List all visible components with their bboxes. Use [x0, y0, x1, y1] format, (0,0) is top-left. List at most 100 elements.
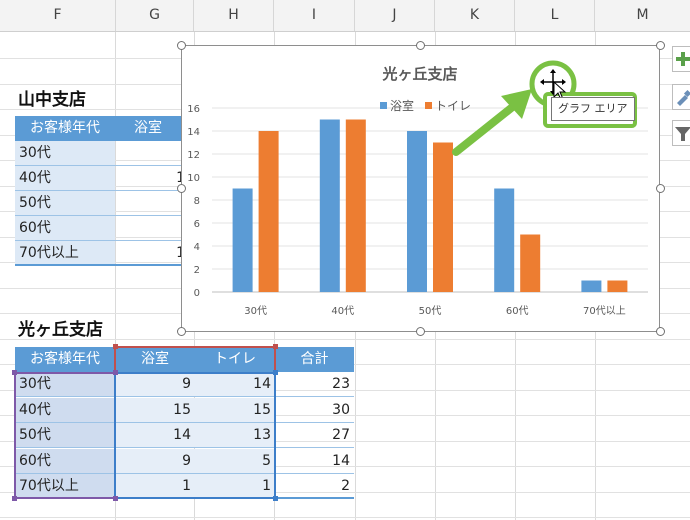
chart-area-tooltip: グラフ エリア [551, 97, 635, 121]
range-handle[interactable] [113, 370, 118, 375]
yamanaka-row-label[interactable]: 70代以上 [15, 241, 115, 266]
resize-handle[interactable] [177, 184, 186, 193]
hikarigaoka-row-bath[interactable]: 14 [115, 423, 195, 448]
col-header-h[interactable]: H [194, 0, 274, 31]
y-tick-label: 2 [194, 265, 200, 276]
bar-toilet [520, 234, 541, 292]
bar-bath [319, 119, 340, 292]
hikarigaoka-row-label[interactable]: 60代 [15, 449, 115, 474]
plus-icon [676, 52, 690, 66]
hikarigaoka-row-total[interactable]: 30 [275, 398, 354, 423]
x-tick-label: 60代 [506, 305, 529, 317]
hikarigaoka-row-total[interactable]: 27 [275, 423, 354, 448]
resize-handle[interactable] [177, 41, 186, 50]
hikarigaoka-row-label[interactable]: 40代 [15, 398, 115, 423]
range-handle[interactable] [273, 496, 278, 501]
yamanaka-row-value[interactable] [115, 191, 181, 216]
hikarigaoka-row-label[interactable]: 70代以上 [15, 474, 115, 499]
resize-handle[interactable] [416, 41, 425, 50]
hikarigaoka-row-total[interactable]: 23 [275, 372, 354, 397]
column-header-row: F G H I J K L M [0, 0, 690, 32]
grid-row-line [0, 517, 690, 518]
hikarigaoka-row-toilet[interactable]: 15 [195, 398, 275, 423]
bar-toilet [607, 280, 628, 292]
chart-filters-button[interactable] [672, 120, 690, 146]
bar-bath [232, 188, 253, 292]
hikarigaoka-header-toilet[interactable]: トイレ [195, 347, 275, 372]
hikarigaoka-row-toilet[interactable]: 14 [195, 372, 275, 397]
yamanaka-row-value[interactable] [115, 216, 181, 241]
col-header-l[interactable]: L [515, 0, 595, 31]
hikarigaoka-row-toilet[interactable]: 5 [195, 449, 275, 474]
x-tick-label: 70代以上 [583, 305, 626, 317]
hikarigaoka-row-label[interactable]: 50代 [15, 423, 115, 448]
hikarigaoka-row-bath[interactable]: 9 [115, 372, 195, 397]
hikarigaoka-row-bath[interactable]: 1 [115, 474, 195, 499]
chart-styles-button[interactable] [672, 84, 690, 110]
bar-bath [407, 131, 427, 292]
hikarigaoka-title: 光ヶ丘支店 [18, 320, 103, 340]
legend-swatch [425, 102, 432, 109]
y-tick-label: 0 [194, 288, 200, 299]
hikarigaoka-header-total[interactable]: 合計 [275, 347, 354, 372]
bar-toilet [433, 142, 453, 292]
col-header-i[interactable]: I [274, 0, 355, 31]
chart-title: 光ヶ丘支店 [381, 65, 457, 83]
yamanaka-row-label[interactable]: 30代 [15, 141, 115, 166]
y-tick-label: 8 [194, 196, 200, 207]
bar-toilet [258, 131, 279, 292]
hikarigaoka-header-bath[interactable]: 浴室 [115, 347, 195, 372]
range-handle[interactable] [12, 370, 17, 375]
y-tick-label: 6 [194, 219, 200, 230]
col-header-k[interactable]: K [435, 0, 515, 31]
chart-area[interactable]: 光ヶ丘支店 0 2 4 6 8 10 12 14 16 30代 40代 50代 60代 70代以上 浴室 トイレ [181, 45, 660, 332]
hikarigaoka-row-bath[interactable]: 15 [115, 398, 195, 423]
brush-icon [677, 89, 690, 106]
col-header-g[interactable]: G [116, 0, 194, 31]
hikarigaoka-row-total[interactable]: 2 [275, 474, 354, 499]
y-tick-label: 12 [187, 150, 200, 161]
hikarigaoka-row-label[interactable]: 30代 [15, 372, 115, 397]
y-tick-label: 14 [187, 127, 200, 138]
range-handle[interactable] [273, 370, 278, 375]
resize-handle[interactable] [656, 41, 665, 50]
resize-handle[interactable] [656, 184, 665, 193]
bar-toilet [345, 119, 366, 292]
bar-bath [494, 188, 515, 292]
hikarigaoka-row-total[interactable]: 14 [275, 449, 354, 474]
hikarigaoka-row-toilet[interactable]: 1 [195, 474, 275, 499]
legend-swatch [380, 102, 387, 109]
yamanaka-header-bath[interactable]: 浴室 [115, 116, 181, 141]
yamanaka-row-value[interactable] [115, 141, 181, 166]
yamanaka-row-label[interactable]: 50代 [15, 191, 115, 216]
range-handle[interactable] [12, 496, 17, 501]
resize-handle[interactable] [416, 327, 425, 336]
resize-handle[interactable] [177, 327, 186, 336]
range-handle[interactable] [113, 496, 118, 501]
col-header-f[interactable]: F [0, 0, 116, 31]
hikarigaoka-row-bath[interactable]: 9 [115, 449, 195, 474]
resize-handle[interactable] [656, 327, 665, 336]
yamanaka-row-value[interactable]: 1 [115, 241, 185, 266]
col-header-j[interactable]: J [355, 0, 435, 31]
hikarigaoka-row-toilet[interactable]: 13 [195, 423, 275, 448]
chart-elements-button[interactable] [672, 46, 690, 72]
bar-bath [581, 280, 602, 292]
range-handle[interactable] [273, 344, 278, 349]
yamanaka-row-value[interactable]: 1 [115, 166, 185, 191]
filter-icon [675, 127, 690, 141]
y-tick-label: 4 [194, 242, 200, 253]
y-tick-label: 16 [187, 104, 200, 115]
yamanaka-row-label[interactable]: 40代 [15, 166, 115, 191]
x-tick-label: 40代 [331, 305, 354, 317]
y-tick-label: 10 [187, 173, 200, 184]
legend-label: 浴室 [390, 98, 414, 113]
yamanaka-header-age[interactable]: お客様年代 [15, 116, 115, 141]
x-tick-label: 30代 [244, 305, 267, 317]
yamanaka-title: 山中支店 [18, 90, 86, 110]
col-header-m[interactable]: M [595, 0, 690, 31]
hikarigaoka-header-age[interactable]: お客様年代 [15, 347, 115, 372]
range-handle[interactable] [113, 344, 118, 349]
yamanaka-row-label[interactable]: 60代 [15, 216, 115, 241]
x-tick-label: 50代 [419, 305, 442, 317]
